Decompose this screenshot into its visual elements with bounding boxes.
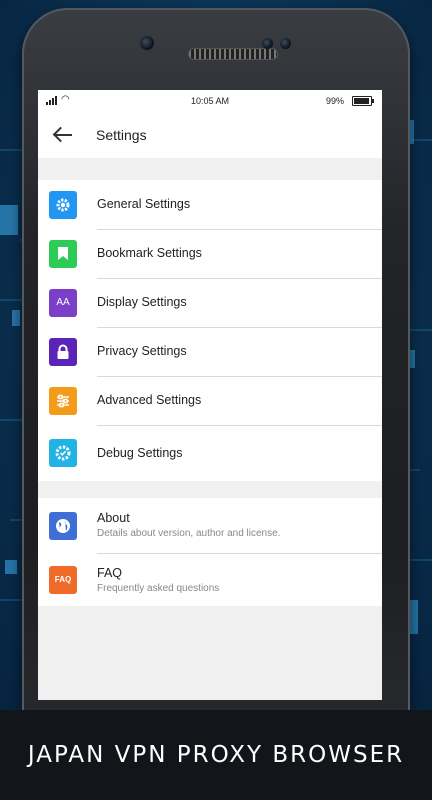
gear-icon (49, 190, 77, 219)
settings-item-privacy[interactable]: Privacy Settings (38, 327, 382, 377)
sensor-icon (280, 38, 291, 49)
settings-item-display[interactable]: AA Display Settings (38, 278, 382, 328)
settings-item-label: Privacy Settings (97, 344, 187, 358)
settings-item-label: Display Settings (97, 295, 187, 309)
settings-item-label: Advanced Settings (97, 393, 202, 407)
faq-icon-text: FAQ (54, 575, 72, 584)
info-item-description: Frequently asked questions (97, 582, 220, 594)
sliders-icon (49, 386, 77, 415)
settings-item-bookmark[interactable]: Bookmark Settings (38, 229, 382, 279)
info-item-description: Details about version, author and licens… (97, 528, 281, 539)
info-list: About Details about version, author and … (38, 498, 382, 606)
battery-icon (352, 96, 374, 106)
debug-gear-icon (49, 439, 77, 467)
settings-item-label: General Settings (97, 197, 191, 211)
settings-item-advanced[interactable]: Advanced Settings (38, 376, 382, 426)
settings-item-label: Bookmark Settings (97, 246, 202, 260)
app-bar: Settings (38, 112, 382, 158)
back-arrow-icon[interactable] (52, 125, 74, 145)
settings-list: General Settings Bookmark Settings AA Di… (38, 180, 382, 481)
lock-icon (49, 337, 77, 366)
promo-banner: JAPAN VPN PROXY BROWSER (0, 710, 432, 800)
faq-icon: FAQ (49, 565, 77, 594)
banner-text: JAPAN VPN PROXY BROWSER (27, 742, 405, 768)
settings-item-debug[interactable]: Debug Settings (38, 425, 382, 481)
font-size-icon: AA (49, 288, 77, 317)
section-divider (38, 158, 382, 180)
info-item-faq[interactable]: FAQ FAQ Frequently asked questions (38, 553, 382, 606)
info-item-label: About (97, 511, 130, 525)
page-title: Settings (96, 127, 147, 143)
globe-icon (49, 511, 77, 540)
bookmark-icon (49, 239, 77, 268)
front-camera (140, 36, 154, 50)
speaker-grille (188, 48, 278, 60)
info-item-label: FAQ (97, 565, 123, 580)
battery-percent: 99% (325, 96, 344, 106)
settings-item-general[interactable]: General Settings (38, 180, 382, 230)
section-divider (38, 481, 382, 498)
status-bar: ◠ 10:05 AM 99% (38, 90, 382, 112)
settings-item-label: Debug Settings (97, 446, 183, 460)
info-item-about[interactable]: About Details about version, author and … (38, 498, 382, 554)
phone-screen: ◠ 10:05 AM 99% Settings General Settings… (38, 90, 382, 700)
font-size-icon-glyph: AA (56, 297, 70, 308)
sensor-icon (262, 38, 273, 49)
